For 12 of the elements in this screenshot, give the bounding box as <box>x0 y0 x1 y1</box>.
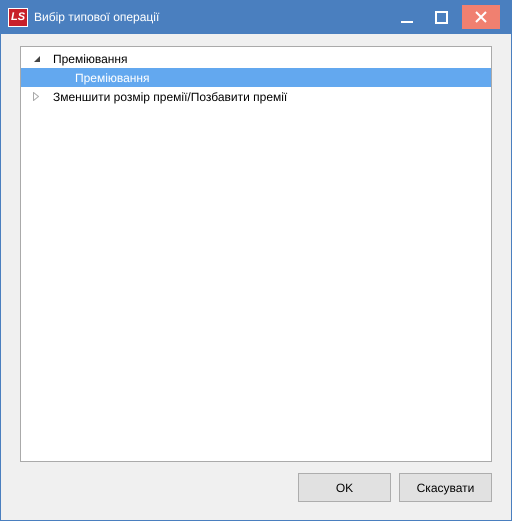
tree-item[interactable]: Преміювання <box>21 49 491 68</box>
dialog-button[interactable]: Скасувати <box>399 473 492 502</box>
maximize-icon <box>434 10 448 24</box>
app-logo: LS <box>8 8 28 26</box>
minimize-icon <box>401 20 413 22</box>
window-title: Вибір типової операції <box>34 9 160 26</box>
close-icon <box>475 11 487 23</box>
close-button[interactable] <box>462 5 500 29</box>
expanded-arrow-icon[interactable] <box>33 54 41 62</box>
dialog-button[interactable]: OK <box>298 473 391 502</box>
collapsed-arrow-icon[interactable] <box>33 92 39 101</box>
tree-item[interactable]: Зменшити розмір премії/Позбавити премії <box>21 87 491 106</box>
